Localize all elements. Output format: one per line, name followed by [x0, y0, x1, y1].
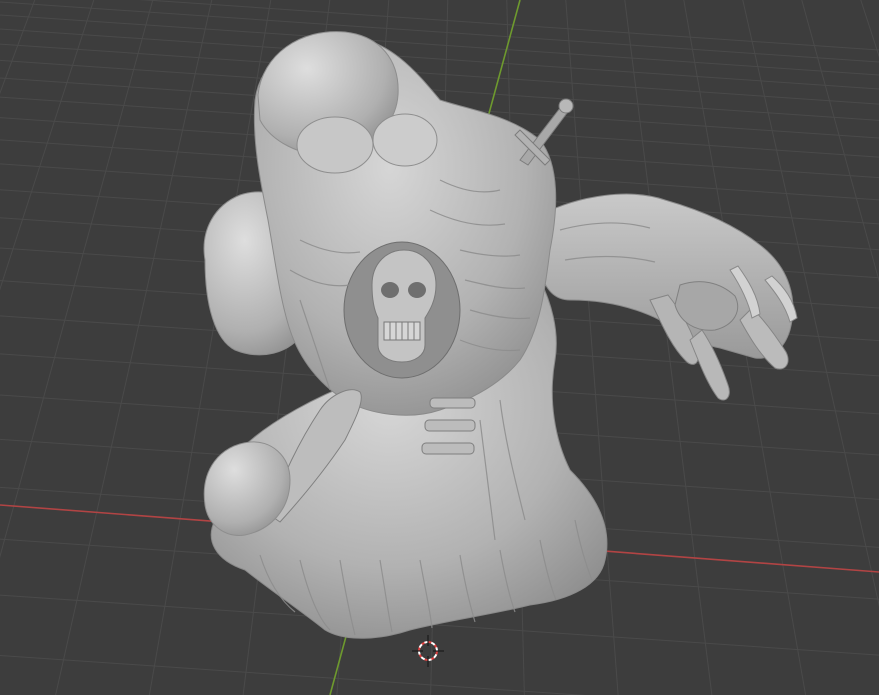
skull-eye-left [381, 282, 399, 298]
brow-bulge-left [296, 116, 374, 174]
brow-bulge-right [372, 113, 438, 167]
3d-viewport[interactable] [0, 0, 879, 695]
skull-eye-right [408, 282, 426, 298]
viewport-canvas[interactable] [0, 0, 879, 695]
